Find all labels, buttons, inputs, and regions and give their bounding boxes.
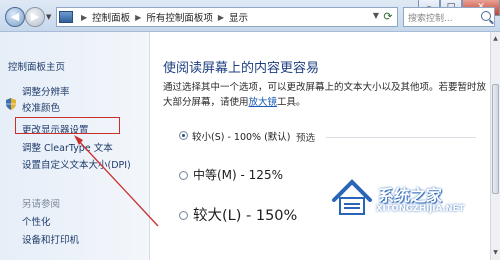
search-icon[interactable]: [481, 11, 491, 21]
page-title: 使阅读屏幕上的内容更容易: [163, 61, 320, 76]
sidebar-item-resolution[interactable]: 调整分辨率: [22, 84, 70, 98]
radio-larger[interactable]: [179, 211, 188, 220]
option-larger-label[interactable]: 较大(L) - 150%: [193, 204, 297, 225]
description-part1: 通过选择其中一个选项，可以更改屏幕上的文本大小以及其他项。若要暂时放大部分屏幕，…: [163, 82, 487, 108]
back-button[interactable]: ◀: [5, 7, 25, 27]
search-input[interactable]: 搜索控制...: [403, 7, 495, 27]
scroll-up-icon[interactable]: ▲: [491, 34, 500, 44]
radio-smaller[interactable]: [179, 131, 188, 140]
see-also-heading: 另请参阅: [22, 199, 61, 210]
watermark: 系统之家 XITONGZHIJIA.NET: [330, 178, 495, 224]
sidebar-item-devices-printers[interactable]: 设备和打印机: [22, 232, 79, 246]
sidebar: 控制面板主页 调整分辨率 校准颜色 更改显示器设置 调整 ClearType 文…: [0, 32, 150, 260]
history-dropdown[interactable]: ▼: [46, 13, 51, 21]
chevron-right-icon: ▶: [135, 12, 142, 22]
breadcrumb-display[interactable]: 显示: [229, 10, 248, 24]
chevron-right-icon: ▶: [81, 12, 88, 22]
option-medium-label[interactable]: 中等(M) - 125%: [193, 166, 283, 183]
watermark-text-cn: 系统之家: [378, 186, 443, 205]
preview-label: 预选: [296, 133, 316, 144]
sidebar-item-custom-dpi[interactable]: 设置自定义文本大小(DPI): [22, 157, 131, 171]
magnifier-link[interactable]: 放大镜: [249, 97, 278, 108]
address-dropdown-icon[interactable]: ▼: [373, 11, 379, 20]
breadcrumb-control-panel[interactable]: 控制面板: [92, 10, 130, 24]
option-smaller-label[interactable]: 较小(S) - 100% (默认): [192, 129, 291, 143]
preview-divider: [326, 137, 476, 138]
breadcrumb-all-items[interactable]: 所有控制面板项: [146, 10, 213, 24]
control-panel-icon: [59, 11, 73, 23]
arrow-left-icon: ◀: [10, 10, 20, 23]
arrow-right-icon: ▶: [30, 10, 40, 23]
title-bar: – □ ✕ ◀ ▶ ▼ ▶ 控制面板 ▶ 所有控制面板项 ▶ 显示 ▼ ⟳ 搜索…: [0, 0, 500, 32]
radio-medium[interactable]: [179, 171, 188, 180]
search-placeholder: 搜索控制...: [408, 14, 453, 24]
description-text: 通过选择其中一个选项，可以更改屏幕上的文本大小以及其他项。若要暂时放大部分屏幕，…: [163, 80, 487, 110]
sidebar-item-calibrate[interactable]: 校准颜色: [22, 100, 60, 114]
chevron-right-icon: ▶: [217, 12, 224, 22]
shield-icon: [6, 98, 16, 110]
description-part2: 工具。: [277, 97, 306, 108]
highlight-box: [15, 117, 120, 134]
sidebar-item-personalization[interactable]: 个性化: [22, 214, 51, 228]
watermark-text-en: XITONGZHIJIA.NET: [376, 204, 465, 214]
house-logo-icon: [332, 179, 372, 215]
forward-button[interactable]: ▶: [25, 7, 45, 27]
address-bar[interactable]: ▶ 控制面板 ▶ 所有控制面板项 ▶ 显示 ▼ ⟳: [56, 7, 398, 27]
vertical-scrollbar[interactable]: ▲ ▼: [490, 32, 500, 260]
chevron-down-icon: ▼: [46, 13, 52, 21]
scroll-down-icon[interactable]: ▼: [491, 248, 500, 258]
sidebar-item-cleartype[interactable]: 调整 ClearType 文本: [22, 140, 113, 154]
refresh-icon[interactable]: ⟳: [380, 9, 396, 25]
sidebar-item-home[interactable]: 控制面板主页: [8, 59, 65, 73]
